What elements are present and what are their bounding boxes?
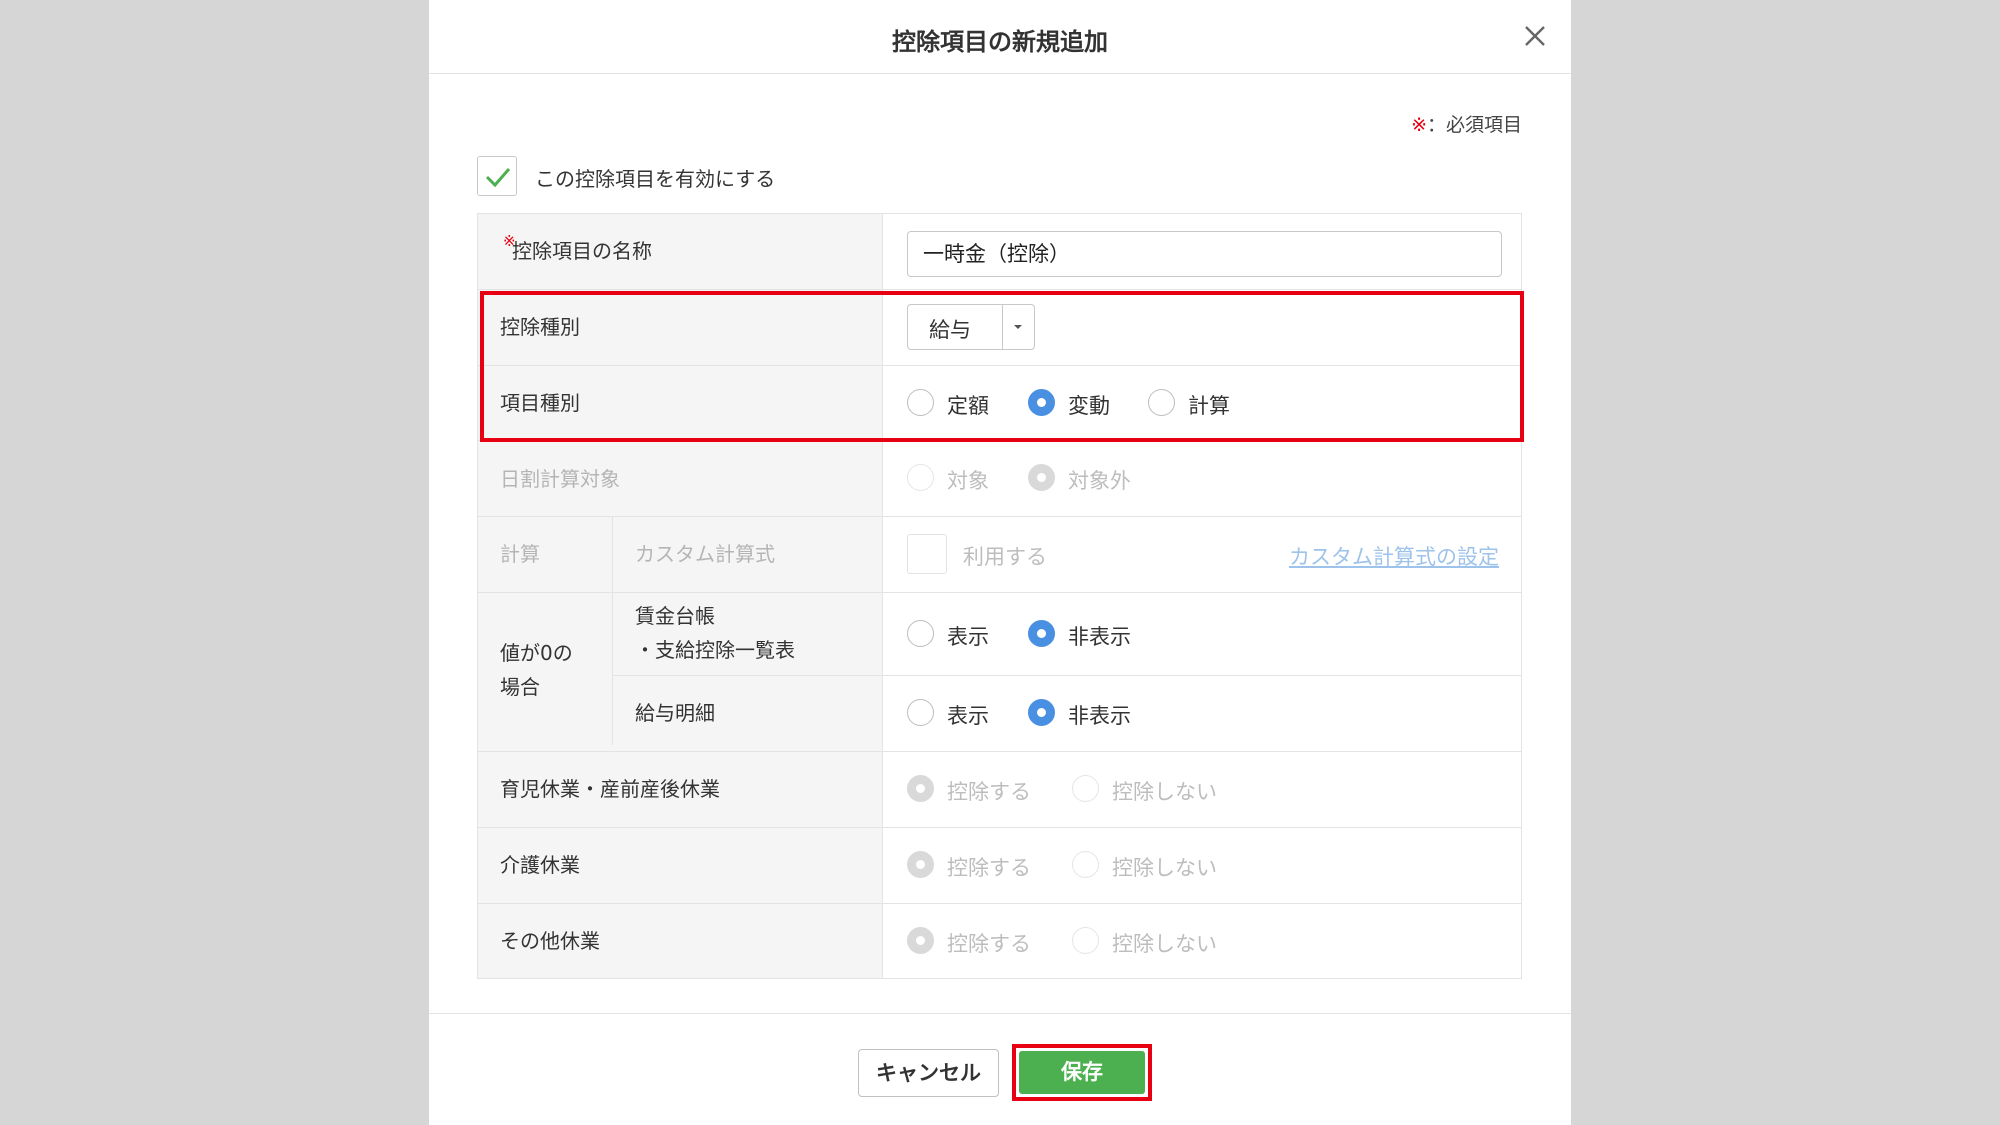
deduction-type-select[interactable]: 給与 <box>907 304 1035 350</box>
cancel-button[interactable]: キャンセル <box>858 1049 999 1097</box>
custom-formula-settings-link: カスタム計算式の設定 <box>1289 545 1499 569</box>
required-mark: ※ <box>503 232 516 250</box>
deduction-type-value: 給与 <box>929 318 971 342</box>
row-divider <box>478 365 1521 366</box>
ledger-radio-show[interactable] <box>907 620 934 647</box>
nursing-radio-deduct <box>907 851 934 878</box>
ledger-label-line2: ・支給控除一覧表 <box>635 638 795 662</box>
childcare-option-no-deduct: 控除しない <box>1112 780 1217 804</box>
calculation-label: 計算 <box>500 542 540 566</box>
childcare-radio-deduct <box>907 775 934 802</box>
deduction-item-dialog: 控除項目の新規追加 ※：必須項目 この控除項目を有効にする ※ 控除項目の名称 … <box>429 0 1571 1125</box>
other-leave-label: その他休業 <box>500 929 600 953</box>
row-divider <box>612 675 1521 676</box>
required-mark: ※ <box>1411 114 1427 136</box>
custom-formula-label: カスタム計算式 <box>635 542 775 566</box>
ledger-label-line1: 賃金台帳 <box>635 604 715 628</box>
chevron-down-icon[interactable] <box>1014 325 1022 329</box>
row-divider <box>478 289 1521 290</box>
daily-calc-radio-target <box>907 464 934 491</box>
save-button-highlight: 保存 <box>1012 1044 1152 1101</box>
row-divider <box>478 751 1521 752</box>
deduction-type-label: 控除種別 <box>500 315 580 339</box>
row-divider <box>478 903 1521 904</box>
zero-value-label-line1: 値が0の <box>500 641 573 665</box>
item-type-radio-calc[interactable] <box>1148 389 1175 416</box>
item-type-radio-fixed[interactable] <box>907 389 934 416</box>
nursing-leave-label: 介護休業 <box>500 853 580 877</box>
payslip-label: 給与明細 <box>635 701 715 725</box>
select-separator <box>1002 305 1003 349</box>
custom-formula-checkbox-label: 利用する <box>963 545 1047 569</box>
zero-value-label-line2: 場合 <box>500 675 540 699</box>
ledger-radio-hide[interactable] <box>1028 620 1055 647</box>
row-divider <box>478 440 1521 441</box>
name-label-text: 控除項目の名称 <box>512 239 652 263</box>
dialog-header: 控除項目の新規追加 <box>429 0 1571 74</box>
ledger-option-show: 表示 <box>947 625 989 649</box>
childcare-option-deduct: 控除する <box>947 780 1031 804</box>
item-type-label: 項目種別 <box>500 391 580 415</box>
item-type-option-variable: 変動 <box>1068 394 1110 418</box>
other-leave-option-no-deduct: 控除しない <box>1112 932 1217 956</box>
save-button[interactable]: 保存 <box>1019 1051 1145 1094</box>
payslip-radio-show[interactable] <box>907 699 934 726</box>
nursing-radio-no-deduct <box>1072 851 1099 878</box>
daily-calc-option-excluded: 対象外 <box>1068 469 1131 493</box>
daily-calc-label: 日割計算対象 <box>500 467 620 491</box>
required-note: ※：必須項目 <box>1411 110 1522 137</box>
column-divider <box>882 214 883 978</box>
childcare-leave-label: 育児休業・産前産後休業 <box>500 777 720 801</box>
dialog-footer: キャンセル 保存 <box>429 1013 1571 1125</box>
payslip-option-show: 表示 <box>947 704 989 728</box>
deduction-form-table: ※ 控除項目の名称 一時金（控除） 控除種別 給与 項目種別 定額 変動 計算 日… <box>477 213 1522 979</box>
custom-formula-checkbox <box>907 534 947 574</box>
childcare-radio-no-deduct <box>1072 775 1099 802</box>
dialog-title: 控除項目の新規追加 <box>892 28 1108 56</box>
sub-column-divider <box>612 516 613 745</box>
daily-calc-radio-excluded <box>1028 464 1055 491</box>
row-divider <box>478 827 1521 828</box>
daily-calc-option-target: 対象 <box>947 469 989 493</box>
other-leave-option-deduct: 控除する <box>947 932 1031 956</box>
nursing-option-deduct: 控除する <box>947 856 1031 880</box>
other-leave-radio-no-deduct <box>1072 927 1099 954</box>
other-leave-radio-deduct <box>907 927 934 954</box>
checkmark-icon <box>485 168 511 188</box>
enable-checkbox[interactable] <box>477 156 517 196</box>
item-type-option-fixed: 定額 <box>947 394 989 418</box>
required-note-label: ：必須項目 <box>1426 114 1522 136</box>
enable-label: この控除項目を有効にする <box>535 167 776 191</box>
item-type-option-calc: 計算 <box>1188 394 1230 418</box>
payslip-radio-hide[interactable] <box>1028 699 1055 726</box>
name-input[interactable]: 一時金（控除） <box>907 231 1502 277</box>
item-type-radio-variable[interactable] <box>1028 389 1055 416</box>
row-divider <box>478 592 1521 593</box>
name-field-label: ※ 控除項目の名称 <box>503 232 652 268</box>
payslip-option-hide: 非表示 <box>1068 704 1131 728</box>
ledger-option-hide: 非表示 <box>1068 625 1131 649</box>
nursing-option-no-deduct: 控除しない <box>1112 856 1217 880</box>
row-divider <box>478 516 1521 517</box>
close-icon[interactable] <box>1519 20 1551 52</box>
